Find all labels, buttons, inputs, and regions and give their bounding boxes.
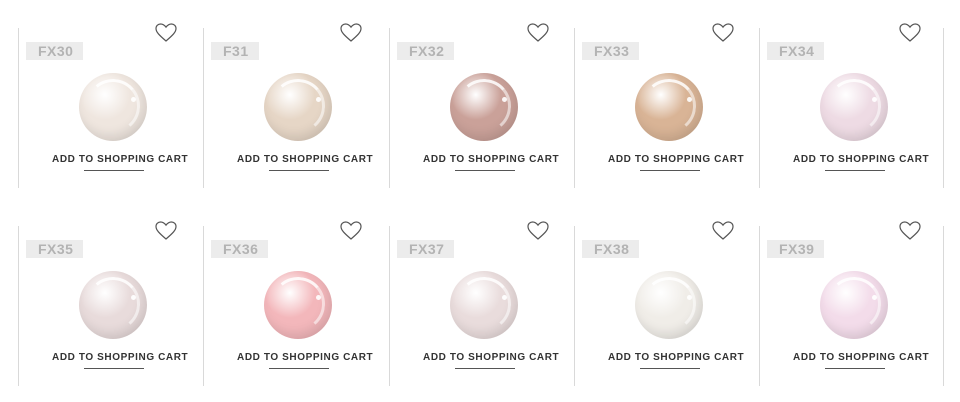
heart-icon[interactable] — [527, 221, 549, 241]
card-divider — [389, 28, 390, 188]
product-card[interactable]: FX36 ADD TO SHOPPING CART — [203, 221, 389, 386]
heart-icon[interactable] — [527, 23, 549, 43]
product-card[interactable]: FX30 ADD TO SHOPPING CART — [18, 23, 204, 188]
color-swatch[interactable] — [79, 271, 147, 339]
shade-code: FX35 — [26, 240, 84, 258]
product-grid: FX30 ADD TO SHOPPING CART F31 ADD TO SHOPPI… — [0, 0, 960, 402]
swatch-highlight — [824, 76, 884, 136]
heart-icon[interactable] — [712, 221, 734, 241]
swatch-glint — [131, 295, 136, 300]
add-to-cart-link[interactable]: ADD TO SHOPPING CART — [237, 352, 373, 363]
swatch-glint — [502, 295, 507, 300]
color-swatch[interactable] — [450, 271, 518, 339]
card-divider — [943, 226, 944, 386]
card-divider — [759, 226, 760, 386]
color-swatch[interactable] — [635, 271, 703, 339]
color-swatch[interactable] — [820, 73, 888, 141]
card-divider — [574, 28, 575, 188]
shade-code: FX39 — [767, 240, 825, 258]
heart-icon[interactable] — [340, 23, 362, 43]
heart-icon[interactable] — [155, 221, 177, 241]
product-card[interactable]: FX39 ADD TO SHOPPING CART — [759, 221, 945, 386]
add-to-cart-link[interactable]: ADD TO SHOPPING CART — [608, 352, 744, 363]
shade-code: FX38 — [582, 240, 640, 258]
shade-code: FX36 — [211, 240, 269, 258]
add-to-cart-link[interactable]: ADD TO SHOPPING CART — [793, 154, 929, 165]
cart-underline — [84, 368, 144, 369]
product-card[interactable]: F31 ADD TO SHOPPING CART — [203, 23, 389, 188]
swatch-highlight — [454, 274, 514, 334]
heart-icon[interactable] — [899, 221, 921, 241]
color-swatch[interactable] — [264, 73, 332, 141]
swatch-glint — [687, 97, 692, 102]
swatch-glint — [872, 97, 877, 102]
swatch-highlight — [639, 274, 699, 334]
cart-underline — [455, 170, 515, 171]
card-divider — [574, 226, 575, 386]
cart-underline — [84, 170, 144, 171]
product-card[interactable]: FX33 ADD TO SHOPPING CART — [574, 23, 760, 188]
cart-underline — [825, 368, 885, 369]
product-card[interactable]: FX38 ADD TO SHOPPING CART — [574, 221, 760, 386]
swatch-glint — [872, 295, 877, 300]
card-divider — [203, 28, 204, 188]
add-to-cart-link[interactable]: ADD TO SHOPPING CART — [793, 352, 929, 363]
cart-underline — [640, 368, 700, 369]
color-swatch[interactable] — [635, 73, 703, 141]
color-swatch[interactable] — [264, 271, 332, 339]
swatch-glint — [502, 97, 507, 102]
swatch-highlight — [639, 76, 699, 136]
swatch-highlight — [268, 274, 328, 334]
cart-underline — [825, 170, 885, 171]
swatch-highlight — [454, 76, 514, 136]
card-divider — [759, 28, 760, 188]
shade-code: FX30 — [26, 42, 84, 60]
swatch-highlight — [268, 76, 328, 136]
heart-icon[interactable] — [712, 23, 734, 43]
card-divider — [389, 226, 390, 386]
swatch-glint — [131, 97, 136, 102]
swatch-highlight — [83, 274, 143, 334]
product-card[interactable]: FX32 ADD TO SHOPPING CART — [389, 23, 575, 188]
cart-underline — [269, 368, 329, 369]
swatch-glint — [687, 295, 692, 300]
cart-underline — [455, 368, 515, 369]
cart-underline — [640, 170, 700, 171]
swatch-glint — [316, 295, 321, 300]
product-card[interactable]: FX35 ADD TO SHOPPING CART — [18, 221, 204, 386]
card-divider — [203, 226, 204, 386]
heart-icon[interactable] — [155, 23, 177, 43]
swatch-glint — [316, 97, 321, 102]
shade-code: FX34 — [767, 42, 825, 60]
swatch-highlight — [824, 274, 884, 334]
product-card[interactable]: FX37 ADD TO SHOPPING CART — [389, 221, 575, 386]
card-divider — [18, 28, 19, 188]
shade-code: FX37 — [397, 240, 455, 258]
add-to-cart-link[interactable]: ADD TO SHOPPING CART — [608, 154, 744, 165]
color-swatch[interactable] — [79, 73, 147, 141]
color-swatch[interactable] — [450, 73, 518, 141]
heart-icon[interactable] — [340, 221, 362, 241]
product-card[interactable]: FX34 ADD TO SHOPPING CART — [759, 23, 945, 188]
shade-code: FX33 — [582, 42, 640, 60]
card-divider — [18, 226, 19, 386]
add-to-cart-link[interactable]: ADD TO SHOPPING CART — [52, 352, 188, 363]
cart-underline — [269, 170, 329, 171]
add-to-cart-link[interactable]: ADD TO SHOPPING CART — [423, 154, 559, 165]
shade-code: FX32 — [397, 42, 455, 60]
add-to-cart-link[interactable]: ADD TO SHOPPING CART — [423, 352, 559, 363]
card-divider — [943, 28, 944, 188]
add-to-cart-link[interactable]: ADD TO SHOPPING CART — [237, 154, 373, 165]
heart-icon[interactable] — [899, 23, 921, 43]
add-to-cart-link[interactable]: ADD TO SHOPPING CART — [52, 154, 188, 165]
shade-code: F31 — [211, 42, 259, 60]
color-swatch[interactable] — [820, 271, 888, 339]
swatch-highlight — [83, 76, 143, 136]
